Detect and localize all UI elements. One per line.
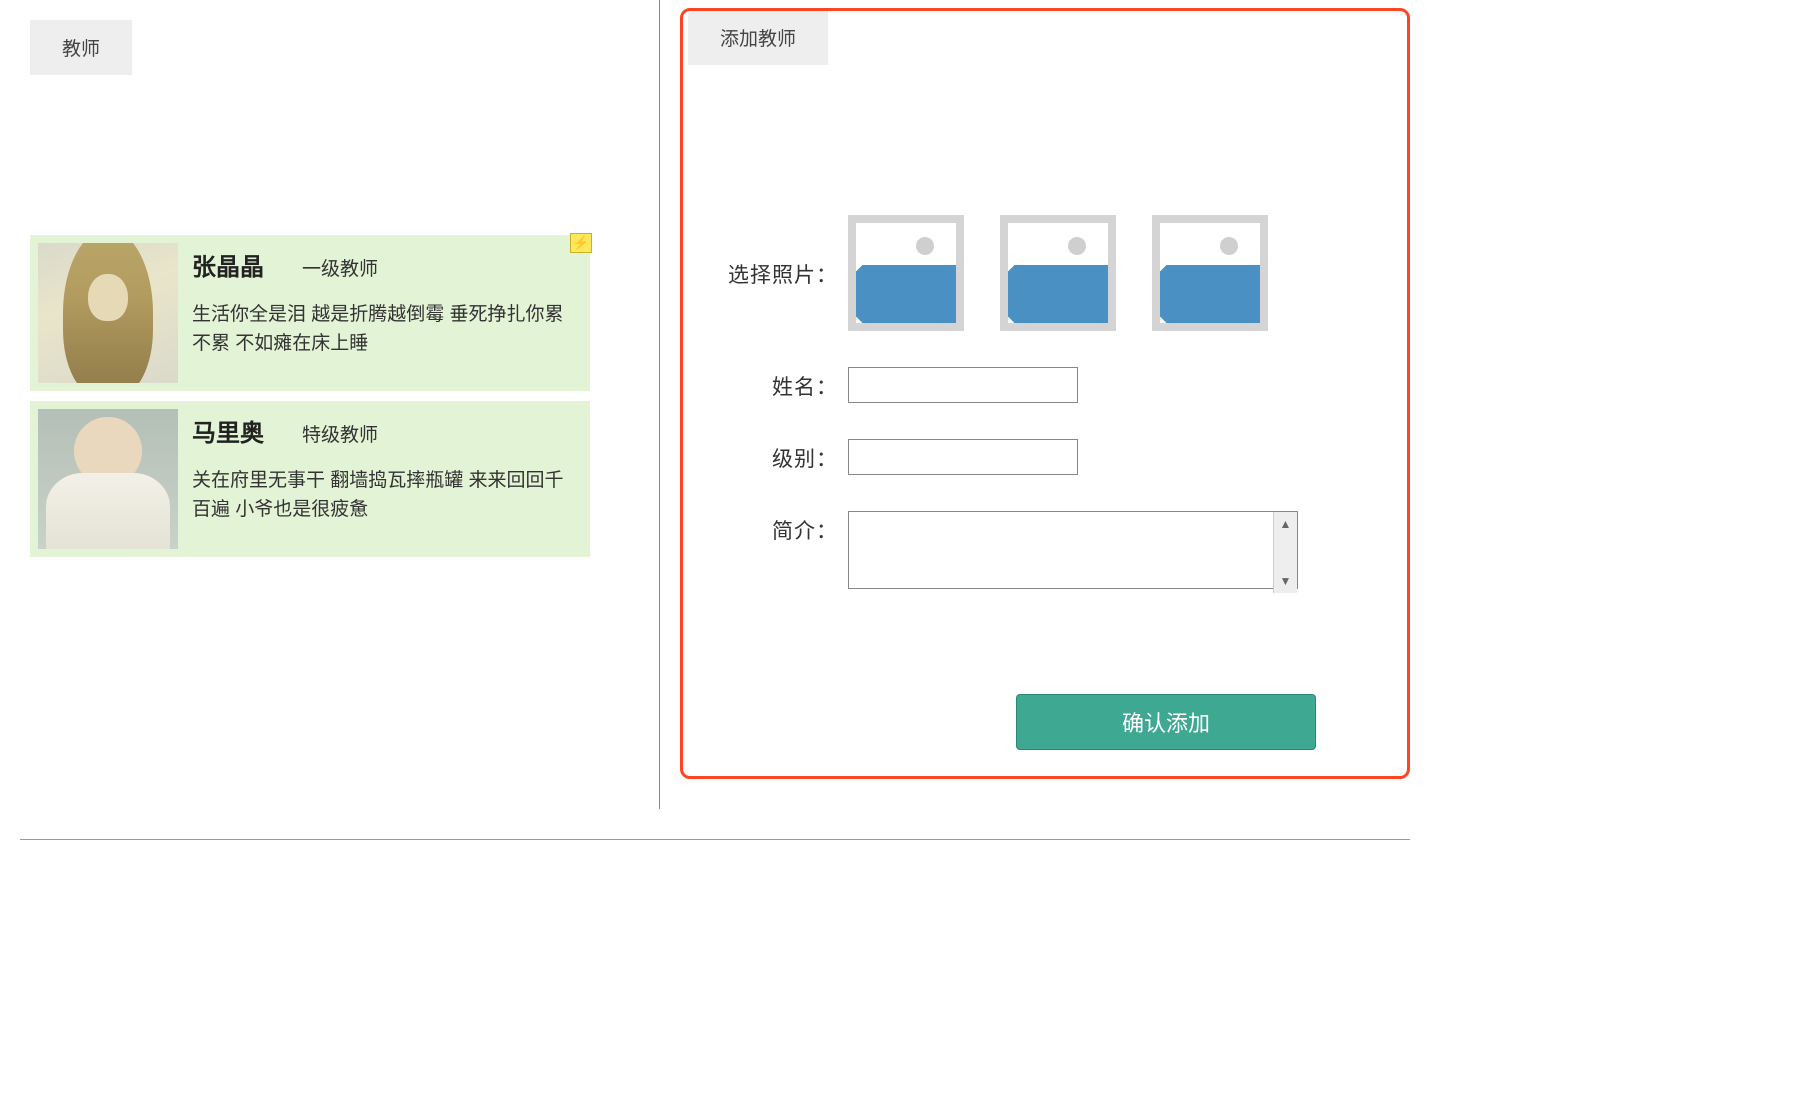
level-input[interactable] — [848, 439, 1078, 475]
panel-title-teacher: 教师 — [30, 20, 132, 75]
teacher-card[interactable]: 张晶晶 一级教师 生活你全是泪 越是折腾越倒霉 垂死挣扎你累不累 不如瘫在床上睡 — [30, 235, 590, 391]
teacher-card[interactable]: 马里奥 特级教师 关在府里无事干 翻墙捣瓦摔瓶罐 来来回回千百遍 小爷也是很疲惫 — [30, 401, 590, 557]
avatar — [38, 409, 178, 549]
form-row-photo: 选择照片： — [688, 215, 1400, 331]
photo-slot[interactable] — [1152, 215, 1268, 331]
chevron-up-icon[interactable]: ▲ — [1274, 512, 1297, 536]
teacher-desc: 生活你全是泪 越是折腾越倒霉 垂死挣扎你累不累 不如瘫在床上睡 — [192, 300, 582, 359]
bolt-icon[interactable]: ⚡ — [570, 233, 592, 253]
add-teacher-form: 选择照片： 姓名： 级别： 简介： ▲ — [688, 215, 1400, 750]
chevron-down-icon[interactable]: ▼ — [1274, 569, 1297, 593]
photo-slot[interactable] — [1000, 215, 1116, 331]
panel-title-add-teacher: 添加教师 — [688, 10, 828, 65]
submit-row: 确认添加 — [1016, 694, 1400, 750]
teacher-list: ⚡ 张晶晶 一级教师 生活你全是泪 越是折腾越倒霉 垂死挣扎你累不累 不如瘫在床… — [30, 235, 590, 557]
teacher-name: 马里奥 — [192, 413, 264, 448]
teacher-info: 马里奥 特级教师 关在府里无事干 翻墙捣瓦摔瓶罐 来来回回千百遍 小爷也是很疲惫 — [192, 409, 582, 549]
teacher-level: 特级教师 — [302, 420, 378, 447]
teacher-desc: 关在府里无事干 翻墙捣瓦摔瓶罐 来来回回千百遍 小爷也是很疲惫 — [192, 466, 582, 525]
name-input[interactable] — [848, 367, 1078, 403]
add-teacher-panel: 添加教师 选择照片： 姓名： 级别： 简介： — [660, 0, 1410, 809]
intro-textarea[interactable] — [848, 511, 1298, 589]
textarea-scroll[interactable]: ▲ ▼ — [1273, 512, 1297, 593]
label-photo: 选择照片： — [688, 215, 838, 289]
form-row-level: 级别： — [688, 439, 1400, 475]
form-row-intro: 简介： ▲ ▼ — [688, 511, 1400, 594]
label-name: 姓名： — [688, 367, 838, 401]
form-row-name: 姓名： — [688, 367, 1400, 403]
label-intro: 简介： — [688, 511, 838, 545]
teacher-list-panel: 教师 ⚡ 张晶晶 一级教师 生活你全是泪 越是折腾越倒霉 垂死挣扎你累不累 不如… — [20, 0, 660, 809]
teacher-name: 张晶晶 — [192, 247, 264, 282]
main-container: 教师 ⚡ 张晶晶 一级教师 生活你全是泪 越是折腾越倒霉 垂死挣扎你累不累 不如… — [20, 0, 1410, 840]
teacher-info: 张晶晶 一级教师 生活你全是泪 越是折腾越倒霉 垂死挣扎你累不累 不如瘫在床上睡 — [192, 243, 582, 383]
photo-picker — [848, 215, 1268, 331]
label-level: 级别： — [688, 439, 838, 473]
avatar — [38, 243, 178, 383]
confirm-add-button[interactable]: 确认添加 — [1016, 694, 1316, 750]
photo-slot[interactable] — [848, 215, 964, 331]
teacher-level: 一级教师 — [302, 254, 378, 281]
